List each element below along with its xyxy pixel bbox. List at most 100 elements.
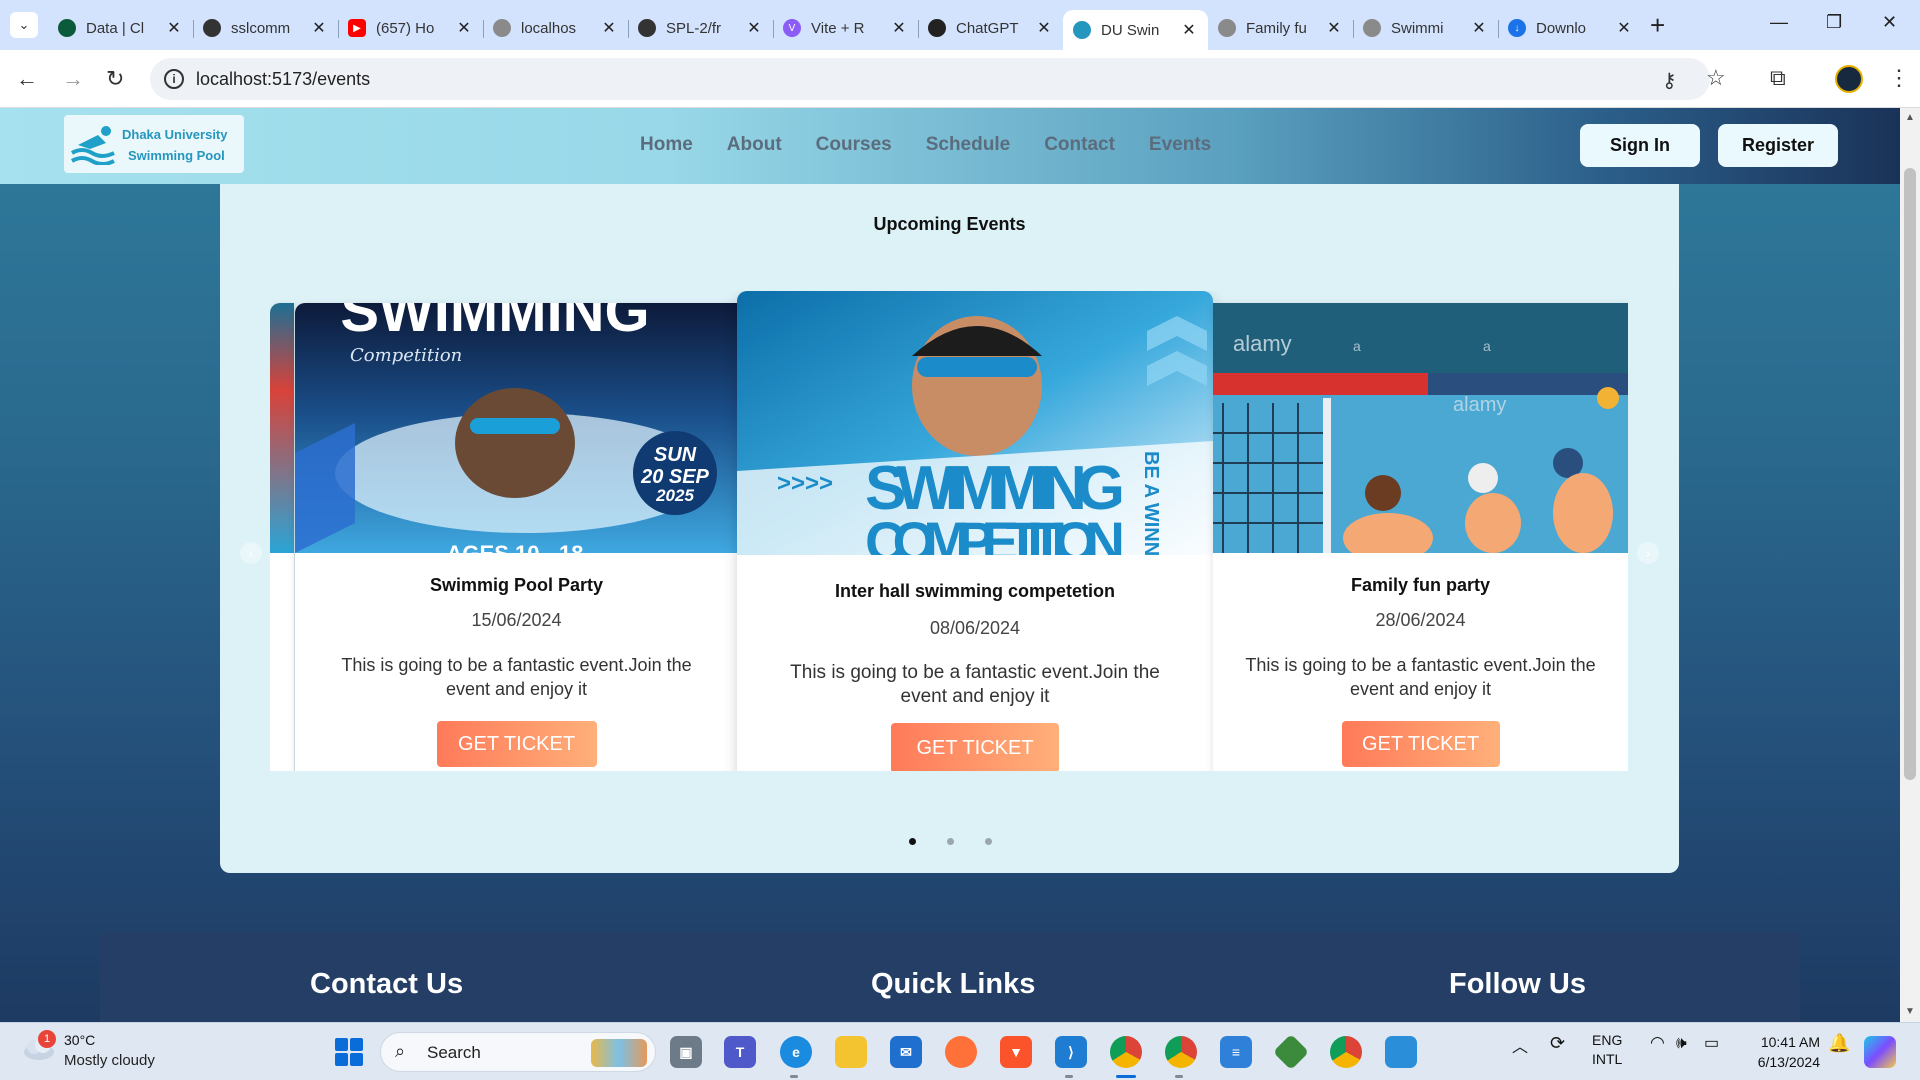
- back-icon[interactable]: ←: [16, 67, 38, 91]
- nav-schedule[interactable]: Schedule: [926, 134, 1010, 156]
- event-card: alamy alamy a a Family fun party 28/06/2…: [1213, 303, 1628, 771]
- svg-text:a: a: [1353, 338, 1361, 354]
- scroll-down-icon[interactable]: ▼: [1905, 1006, 1915, 1017]
- browser-tab[interactable]: localhos ✕: [483, 9, 628, 47]
- copilot-icon[interactable]: [1864, 1036, 1896, 1068]
- github-icon: [638, 19, 656, 37]
- photos-icon[interactable]: [1385, 1036, 1417, 1068]
- get-ticket-button[interactable]: GET TICKET: [436, 721, 597, 767]
- volume-icon[interactable]: 🕪: [1676, 1033, 1687, 1053]
- close-window-icon[interactable]: ✕: [1882, 12, 1897, 33]
- chrome-icon[interactable]: [1110, 1036, 1142, 1068]
- nav-contact[interactable]: Contact: [1044, 134, 1115, 156]
- wifi-icon[interactable]: ◠: [1650, 1033, 1665, 1053]
- url-text[interactable]: localhost:5173/events: [196, 69, 370, 90]
- taskbar-search[interactable]: ⌕ Search: [380, 1032, 656, 1072]
- close-icon[interactable]: ✕: [310, 18, 328, 38]
- file-explorer-icon[interactable]: [835, 1036, 867, 1068]
- weather-temperature[interactable]: 30°C: [64, 1032, 95, 1048]
- browser-tab[interactable]: SPL-2/fr ✕: [628, 9, 773, 47]
- chrome-profile-icon[interactable]: [1165, 1036, 1197, 1068]
- tab-search-button[interactable]: ⌄: [10, 12, 38, 38]
- notepad-icon[interactable]: ≡: [1220, 1036, 1252, 1068]
- close-icon[interactable]: ✕: [1615, 18, 1633, 38]
- brave-icon[interactable]: ▼: [1000, 1036, 1032, 1068]
- profile-avatar[interactable]: [1835, 65, 1863, 93]
- teams-icon[interactable]: T: [724, 1036, 756, 1068]
- browser-tab[interactable]: Data | Cl ✕: [48, 9, 193, 47]
- page-viewport: Dhaka University Swimming Pool Home Abou…: [0, 108, 1900, 1022]
- close-icon[interactable]: ✕: [890, 18, 908, 38]
- carousel-dot[interactable]: [985, 838, 992, 845]
- git-icon[interactable]: [1272, 1033, 1310, 1071]
- chevron-up-icon[interactable]: ︿: [1512, 1033, 1528, 1057]
- page-scrollbar[interactable]: ▲ ▼: [1900, 108, 1920, 1022]
- browser-tab[interactable]: V Vite + R ✕: [773, 9, 918, 47]
- browser-tab[interactable]: Family fu ✕: [1208, 9, 1353, 47]
- reload-icon[interactable]: ↻: [106, 67, 124, 91]
- main-nav: Home About Courses Schedule Contact Even…: [640, 134, 1211, 156]
- carousel-dot[interactable]: [947, 838, 954, 845]
- battery-icon[interactable]: ▭: [1704, 1033, 1719, 1053]
- carousel-next-icon[interactable]: ›: [1637, 542, 1659, 564]
- nav-events[interactable]: Events: [1149, 134, 1211, 156]
- sign-in-button[interactable]: Sign In: [1580, 124, 1700, 167]
- running-indicator: [790, 1075, 798, 1078]
- register-button[interactable]: Register: [1718, 124, 1838, 167]
- windows-start-icon[interactable]: [335, 1038, 363, 1066]
- tab-title: Family fu: [1246, 19, 1307, 37]
- edge-icon[interactable]: e: [780, 1036, 812, 1068]
- notification-bell-icon[interactable]: 🔔: [1828, 1033, 1850, 1054]
- site-logo[interactable]: Dhaka University Swimming Pool: [64, 115, 244, 173]
- password-key-icon[interactable]: ⚷: [1662, 68, 1677, 93]
- address-bar[interactable]: i localhost:5173/events ⚷: [150, 58, 1710, 100]
- close-icon[interactable]: ✕: [745, 18, 763, 38]
- browser-tab[interactable]: ChatGPT ✕: [918, 9, 1063, 47]
- new-tab-button[interactable]: +: [1650, 10, 1665, 40]
- card-body: Inter hall swimming competetion 08/06/20…: [737, 581, 1213, 771]
- mail-icon[interactable]: ✉: [890, 1036, 922, 1068]
- menu-kebab-icon[interactable]: ⋮: [1888, 65, 1910, 91]
- firefox-icon[interactable]: [945, 1036, 977, 1068]
- nav-home[interactable]: Home: [640, 134, 693, 156]
- bookmark-star-icon[interactable]: ☆: [1706, 65, 1726, 91]
- get-ticket-button[interactable]: GET TICKET: [1341, 721, 1500, 767]
- restore-icon[interactable]: ❐: [1826, 12, 1842, 33]
- browser-tab-active[interactable]: DU Swin ✕: [1063, 10, 1208, 50]
- tab-title: ChatGPT: [956, 19, 1019, 37]
- nav-courses[interactable]: Courses: [816, 134, 892, 156]
- get-ticket-button[interactable]: GET TICKET: [891, 723, 1059, 771]
- language-indicator[interactable]: ENG INTL: [1592, 1031, 1622, 1069]
- browser-tab-bar: ⌄ Data | Cl ✕ sslcomm ✕ ▶ (657) Ho ✕ loc…: [0, 0, 1920, 50]
- close-icon[interactable]: ✕: [1180, 20, 1198, 40]
- close-icon[interactable]: ✕: [1470, 18, 1488, 38]
- carousel-prev-icon[interactable]: ‹: [240, 542, 262, 564]
- close-icon[interactable]: ✕: [1325, 18, 1343, 38]
- search-icon: ⌕: [395, 1041, 406, 1061]
- carousel-dot-active[interactable]: [909, 838, 916, 845]
- scroll-up-icon[interactable]: ▲: [1905, 112, 1915, 123]
- chrome-alt-icon[interactable]: [1330, 1036, 1362, 1068]
- sync-icon[interactable]: ⟳: [1550, 1033, 1565, 1054]
- vscode-icon[interactable]: ⟩: [1055, 1036, 1087, 1068]
- svg-text:Competition: Competition: [350, 345, 462, 366]
- scrollbar-thumb[interactable]: [1904, 168, 1916, 780]
- close-icon[interactable]: ✕: [600, 18, 618, 38]
- card-body: Swimmig Pool Party 15/06/2024 This is go…: [295, 575, 738, 767]
- browser-tab[interactable]: ▶ (657) Ho ✕: [338, 9, 483, 47]
- site-info-icon[interactable]: i: [164, 69, 184, 89]
- extensions-icon[interactable]: ⧉: [1770, 65, 1786, 91]
- browser-tab[interactable]: ↓ Downlo ✕: [1498, 9, 1643, 47]
- close-icon[interactable]: ✕: [455, 18, 473, 38]
- close-icon[interactable]: ✕: [165, 18, 183, 38]
- browser-tab[interactable]: Swimmi ✕: [1353, 9, 1498, 47]
- minimize-icon[interactable]: —: [1770, 12, 1788, 33]
- svg-text:COMPETITION: COMPETITION: [865, 510, 1125, 555]
- close-icon[interactable]: ✕: [1035, 18, 1053, 38]
- browser-tab[interactable]: sslcomm ✕: [193, 9, 338, 47]
- nav-about[interactable]: About: [727, 134, 782, 156]
- weather-condition[interactable]: Mostly cloudy: [64, 1052, 155, 1069]
- task-view-icon[interactable]: ▣: [670, 1036, 702, 1068]
- forward-icon[interactable]: →: [62, 67, 84, 91]
- system-clock[interactable]: 10:41 AM 6/13/2024: [1740, 1032, 1820, 1072]
